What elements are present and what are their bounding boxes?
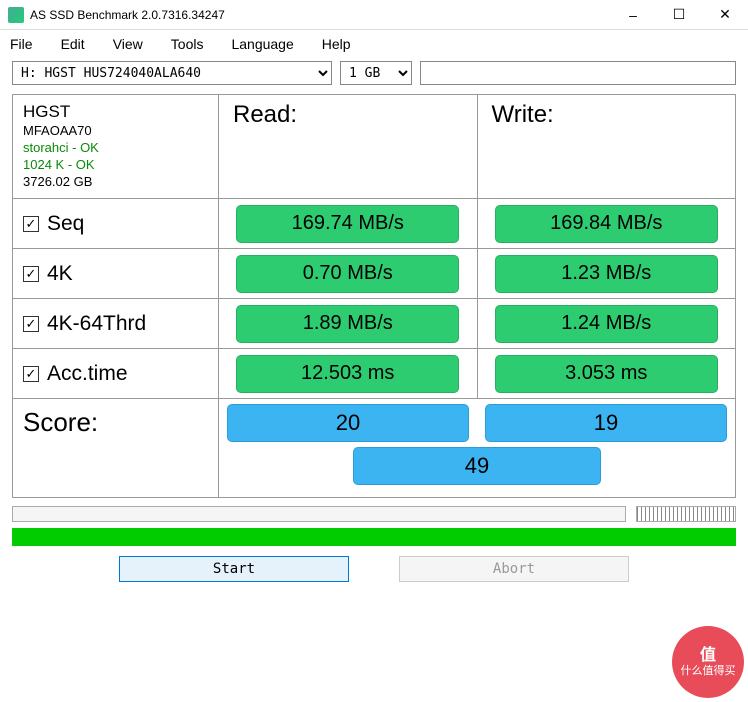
progress-bar-side [636, 506, 736, 522]
watermark-icon: 值 [700, 646, 716, 665]
score-label: Score: [13, 399, 219, 497]
read-header: Read: [219, 95, 478, 198]
4k-label: 4K [47, 262, 73, 286]
start-button[interactable]: Start [119, 556, 349, 582]
4k64-checkbox[interactable]: ✓ [23, 316, 39, 332]
toolbar: H: HGST HUS724040ALA640 1 GB [0, 58, 748, 88]
score-read: 20 [227, 404, 470, 442]
progress-row [0, 502, 748, 526]
seq-checkbox[interactable]: ✓ [23, 216, 39, 232]
menu-file[interactable]: File [10, 36, 33, 52]
4k-read: 0.70 MB/s [236, 255, 459, 293]
abort-button: Abort [399, 556, 629, 582]
4k-checkbox[interactable]: ✓ [23, 266, 39, 282]
4k-write: 1.23 MB/s [495, 255, 718, 293]
write-header: Write: [478, 95, 736, 198]
driver-status: storahci - OK [23, 140, 99, 157]
score-area: 20 19 49 [219, 399, 735, 497]
acc-write: 3.053 ms [495, 355, 718, 393]
menu-tools[interactable]: Tools [171, 36, 204, 52]
menu-edit[interactable]: Edit [61, 36, 85, 52]
results-panel: HGST MFAOAA70 storahci - OK 1024 K - OK … [12, 94, 736, 498]
button-row: Start Abort [0, 548, 748, 590]
text-field[interactable] [420, 61, 736, 85]
alignment-status: 1024 K - OK [23, 157, 95, 174]
menubar: File Edit View Tools Language Help [0, 30, 748, 58]
score-write: 19 [485, 404, 728, 442]
menu-help[interactable]: Help [322, 36, 351, 52]
4k64-read: 1.89 MB/s [236, 305, 459, 343]
maximize-button[interactable]: ☐ [656, 0, 702, 30]
titlebar: AS SSD Benchmark 2.0.7316.34247 – ☐ ✕ [0, 0, 748, 30]
seq-write: 169.84 MB/s [495, 205, 718, 243]
menu-view[interactable]: View [113, 36, 143, 52]
window-title: AS SSD Benchmark 2.0.7316.34247 [30, 8, 610, 22]
acc-label: Acc.time [47, 362, 128, 386]
acc-read: 12.503 ms [236, 355, 459, 393]
drive-name: HGST [23, 101, 70, 123]
seq-read: 169.74 MB/s [236, 205, 459, 243]
seq-label: Seq [47, 212, 84, 236]
4k64-write: 1.24 MB/s [495, 305, 718, 343]
minimize-button[interactable]: – [610, 0, 656, 30]
acc-checkbox[interactable]: ✓ [23, 366, 39, 382]
close-button[interactable]: ✕ [702, 0, 748, 30]
4k64-label: 4K-64Thrd [47, 312, 146, 336]
drive-select[interactable]: H: HGST HUS724040ALA640 [12, 61, 332, 85]
score-total: 49 [353, 447, 601, 485]
watermark-badge: 值 什么值得买 [672, 626, 744, 698]
drive-info: HGST MFAOAA70 storahci - OK 1024 K - OK … [13, 95, 219, 198]
progress-bar-main [12, 506, 626, 522]
menu-language[interactable]: Language [231, 36, 293, 52]
size-select[interactable]: 1 GB [340, 61, 412, 85]
app-icon [8, 7, 24, 23]
progress-bar-complete [12, 528, 736, 546]
capacity: 3726.02 GB [23, 174, 92, 191]
watermark-text: 什么值得买 [681, 665, 736, 678]
firmware: MFAOAA70 [23, 123, 92, 140]
